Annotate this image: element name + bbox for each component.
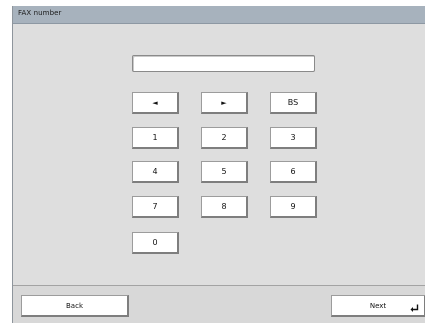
title-bar: FAX number xyxy=(13,6,425,24)
right-arrow-icon: ► xyxy=(221,98,227,107)
left-arrow-icon: ◄ xyxy=(152,98,158,107)
digit-6-button[interactable]: 6 xyxy=(270,161,317,183)
digit-8-button[interactable]: 8 xyxy=(201,196,248,218)
digit-0-button[interactable]: 0 xyxy=(132,232,179,254)
cursor-right-button[interactable]: ► xyxy=(201,92,248,114)
digit-9-button[interactable]: 9 xyxy=(270,196,317,218)
back-button[interactable]: Back xyxy=(21,295,129,317)
next-button-label: Next xyxy=(369,301,387,310)
digit-1-button[interactable]: 1 xyxy=(132,127,179,149)
enter-icon xyxy=(410,304,419,312)
fax-number-dialog: FAX number ◄ ► BS 1 2 3 4 5 6 7 8 9 0 Ba… xyxy=(12,6,425,323)
fax-number-field[interactable] xyxy=(132,55,315,72)
backspace-button[interactable]: BS xyxy=(270,92,317,114)
footer-bar: Back Next xyxy=(13,285,425,323)
digit-5-button[interactable]: 5 xyxy=(201,161,248,183)
digit-3-button[interactable]: 3 xyxy=(270,127,317,149)
cursor-left-button[interactable]: ◄ xyxy=(132,92,179,114)
digit-4-button[interactable]: 4 xyxy=(132,161,179,183)
digit-2-button[interactable]: 2 xyxy=(201,127,248,149)
window-title: FAX number xyxy=(18,9,62,17)
next-button[interactable]: Next xyxy=(331,295,425,317)
digit-7-button[interactable]: 7 xyxy=(132,196,179,218)
